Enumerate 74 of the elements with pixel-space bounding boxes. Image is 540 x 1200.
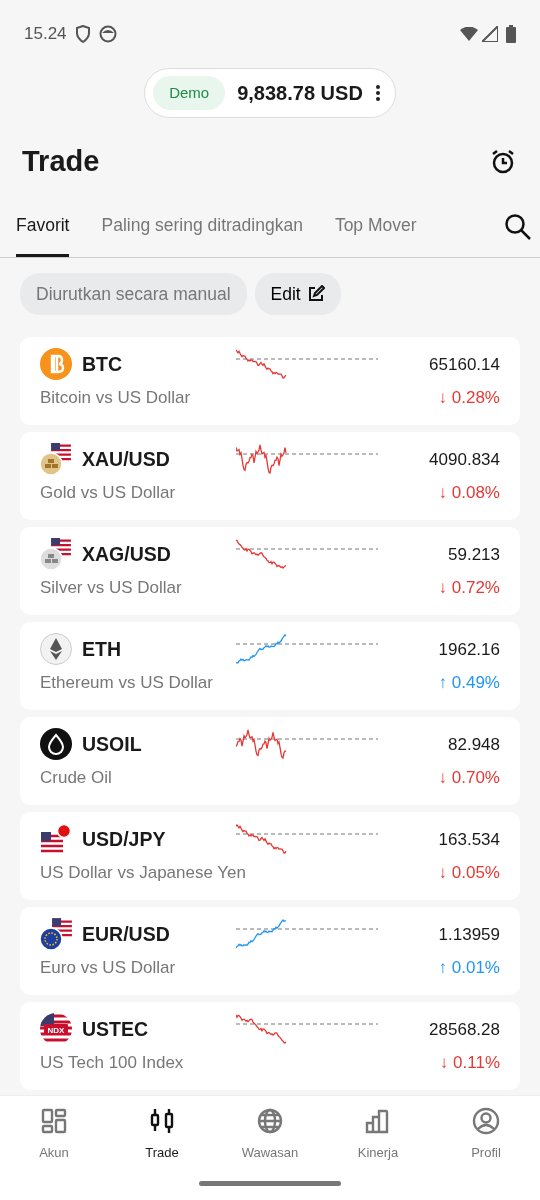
ingot-icon bbox=[40, 443, 72, 476]
price: 28568.28 bbox=[428, 1018, 500, 1041]
price: 59.213 bbox=[447, 543, 500, 566]
dashboard-icon bbox=[40, 1107, 68, 1135]
battery-icon bbox=[506, 25, 516, 43]
candlestick-icon bbox=[148, 1107, 176, 1135]
instrument-card[interactable]: USOIL 82.948 Crude Oil ↓ 0.70% bbox=[20, 717, 520, 806]
tab[interactable]: Favorit bbox=[16, 196, 70, 257]
wifi-icon bbox=[460, 27, 478, 41]
nav-tab[interactable]: Kinerja bbox=[324, 1095, 432, 1164]
instrument-symbol: XAU/USD bbox=[82, 446, 170, 472]
nav-tab[interactable]: Profil bbox=[432, 1095, 540, 1164]
alarm-clock-icon[interactable] bbox=[490, 149, 516, 175]
instrument-card[interactable]: XAG/USD 59.213 Silver vs US Dollar ↓ 0.72% bbox=[20, 527, 520, 616]
sort-button[interactable]: Diurutkan secara manual bbox=[20, 273, 247, 316]
bitcoin-icon bbox=[40, 348, 72, 381]
globe-icon bbox=[256, 1107, 284, 1135]
instrument-symbol: XAG/USD bbox=[82, 541, 171, 567]
instrument-symbol: ETH bbox=[82, 636, 121, 662]
ingot-icon bbox=[40, 538, 72, 571]
price-change: ↓ 0.08% bbox=[437, 481, 500, 504]
edit-icon bbox=[306, 285, 325, 304]
nav-tab[interactable]: Wawasan bbox=[216, 1095, 324, 1164]
price-change: ↓ 0.05% bbox=[437, 861, 500, 884]
price-change: ↑ 0.01% bbox=[437, 956, 500, 979]
nav-tab[interactable]: Trade bbox=[108, 1095, 216, 1164]
profile-icon bbox=[472, 1107, 500, 1135]
instrument-symbol: USOIL bbox=[82, 731, 142, 757]
account-selector[interactable]: Demo 9,838.78 USD bbox=[144, 68, 396, 118]
price-change: ↓ 0.70% bbox=[437, 766, 500, 789]
instrument-card[interactable]: ETH 1962.16 Ethereum vs US Dollar ↑ 0.49% bbox=[20, 622, 520, 711]
tab[interactable]: Top Mover bbox=[334, 196, 417, 257]
nav-tab[interactable]: Akun bbox=[0, 1095, 108, 1164]
more-icon[interactable] bbox=[374, 84, 381, 102]
account-balance: 9,838.78 USD bbox=[237, 81, 363, 106]
price: 1.13959 bbox=[437, 923, 500, 946]
price-change: ↑ 0.49% bbox=[437, 671, 500, 694]
tab[interactable]: Paling sering ditradingkan bbox=[101, 196, 303, 257]
instrument-symbol: USD/JPY bbox=[82, 826, 166, 852]
instrument-name: Ethereum vs US Dollar bbox=[40, 671, 214, 694]
instrument-name: Silver vs US Dollar bbox=[40, 576, 183, 599]
instrument-name: Bitcoin vs US Dollar bbox=[40, 386, 192, 409]
page-title: Trade bbox=[22, 144, 100, 180]
instrument-name: US Tech 100 Index bbox=[40, 1051, 185, 1074]
instrument-symbol: EUR/USD bbox=[82, 921, 170, 947]
shield-icon bbox=[74, 25, 91, 43]
price: 1962.16 bbox=[437, 638, 500, 661]
price-change: ↓ 0.28% bbox=[437, 386, 500, 409]
instrument-name: Gold vs US Dollar bbox=[40, 481, 177, 504]
price-change: ↓ 0.72% bbox=[437, 576, 500, 599]
instrument-name: US Dollar vs Japanese Yen bbox=[40, 861, 248, 884]
instrument-card[interactable]: NDX USTEC 28568.28 US Tech 100 Index ↓ 0.11% bbox=[20, 1002, 520, 1091]
price: 82.948 bbox=[447, 733, 500, 756]
flag-icon bbox=[40, 918, 72, 951]
instrument-card[interactable]: BTC 65160.14 Bitcoin vs US Dollar ↓ 0.28% bbox=[20, 337, 520, 426]
price: 4090.834 bbox=[428, 448, 500, 471]
instrument-name: Euro vs US Dollar bbox=[40, 956, 177, 979]
signal-icon bbox=[482, 26, 498, 42]
oil-drop-icon bbox=[40, 728, 72, 761]
instrument-card[interactable]: EUR/USD 1.13959 Euro vs US Dollar ↑ 0.01% bbox=[20, 907, 520, 996]
edit-button[interactable]: Edit bbox=[254, 273, 341, 316]
price: 163.534 bbox=[437, 828, 500, 851]
ethereum-icon bbox=[40, 633, 72, 666]
instrument-name: Crude Oil bbox=[40, 766, 113, 789]
demo-badge: Demo bbox=[153, 75, 226, 111]
face-icon bbox=[98, 25, 117, 43]
price-change: ↓ 0.11% bbox=[438, 1051, 500, 1074]
instrument-card[interactable]: USD/JPY 163.534 US Dollar vs Japanese Yen ↓ 0.05% bbox=[20, 812, 520, 901]
clock: 15.24 bbox=[24, 23, 67, 46]
instrument-symbol: USTEC bbox=[82, 1016, 149, 1042]
instrument-symbol: BTC bbox=[82, 351, 123, 377]
price: 65160.14 bbox=[428, 353, 500, 376]
search-icon[interactable] bbox=[504, 212, 532, 241]
instrument-card[interactable]: XAU/USD 4090.834 Gold vs US Dollar ↓ 0.08% bbox=[20, 432, 520, 521]
